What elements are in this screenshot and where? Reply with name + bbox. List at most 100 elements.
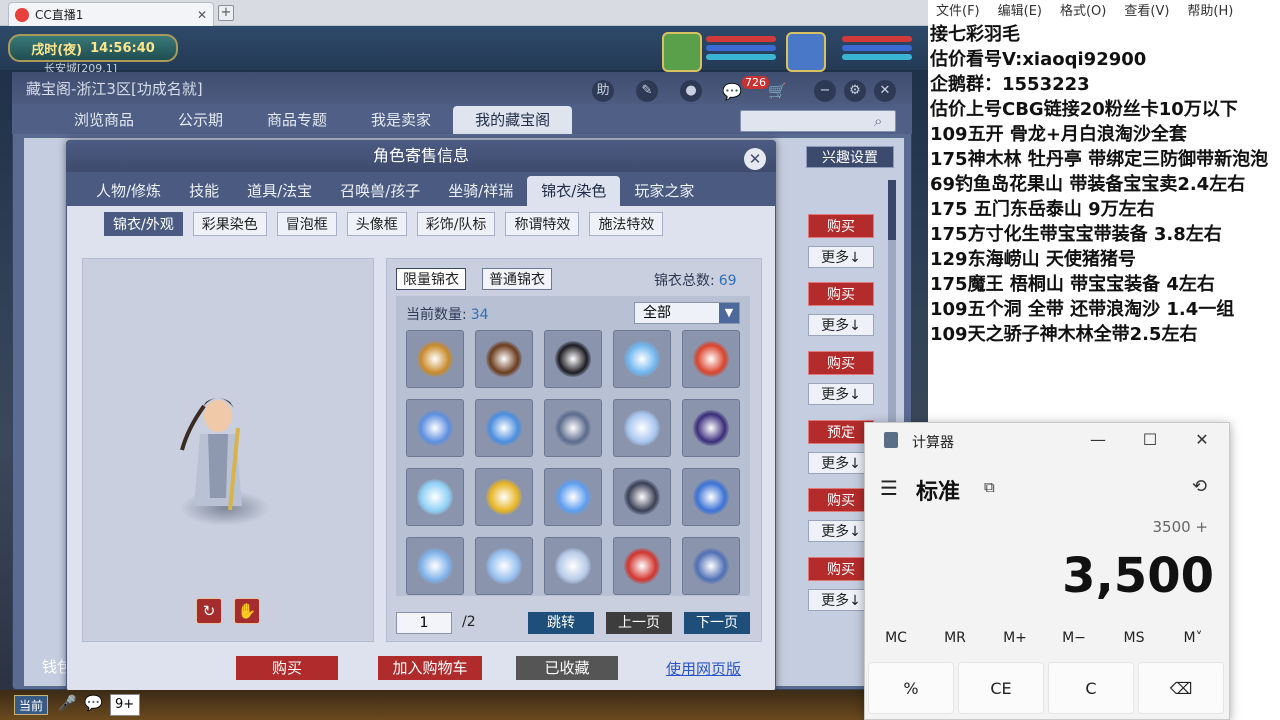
black-hair-item[interactable] [544,330,602,388]
dark-wing-item[interactable] [544,399,602,457]
store-scroll-thumb[interactable] [888,180,896,240]
limited-outfit-button[interactable]: 限量锦衣 [396,268,466,290]
jump-button[interactable]: 跳转 [528,612,594,634]
sparkle-item[interactable] [544,468,602,526]
subtab-title-effect[interactable]: 称谓特效 [505,212,580,236]
history-icon[interactable]: ⟲ [1192,476,1207,497]
red-robe-item[interactable] [613,537,671,595]
more-button[interactable]: 更多↓ [808,246,874,268]
memory-list-button[interactable]: M˅ [1173,630,1213,646]
close-icon[interactable]: ✕ [1192,430,1212,450]
memory-subtract-button[interactable]: M− [1054,630,1094,646]
chat-channel-button[interactable]: 当前 [14,695,48,715]
favorited-button[interactable]: 已收藏 [516,656,618,680]
ice-wing-item[interactable] [406,468,464,526]
normal-outfit-button[interactable]: 普通锦衣 [482,268,552,290]
blue-ribbon-item[interactable] [682,468,740,526]
buy-role-button[interactable]: 购买 [236,656,338,680]
cloud-item[interactable] [406,399,464,457]
buy-button[interactable]: 购买 [808,214,874,238]
memory-add-button[interactable]: M+ [995,630,1035,646]
use-web-version-link[interactable]: 使用网页版 [666,658,741,679]
tab-home[interactable]: 玩家之家 [620,176,708,206]
edit-icon[interactable]: ✎ [636,80,658,102]
chevron-down-icon[interactable]: ▼ [719,303,739,323]
menu-file[interactable]: 文件(F) [936,0,980,19]
ice-crystal-item[interactable] [613,399,671,457]
nav-tab-seller[interactable]: 我是卖家 [349,106,453,134]
microphone-icon[interactable]: 🎤 [58,694,77,712]
add-to-cart-button[interactable]: 加入购物车 [378,656,482,680]
browser-tab[interactable]: CC直播1 ✕ [8,2,214,26]
menu-edit[interactable]: 编辑(E) [998,0,1042,19]
tab-character[interactable]: 人物/修炼 [82,176,175,206]
interest-settings-button[interactable]: 兴趣设置 [806,146,894,168]
subtab-decor[interactable]: 彩饰/队标 [416,212,496,236]
keep-on-top-icon[interactable]: ⧉ [984,478,995,496]
maximize-icon[interactable]: ☐ [1140,430,1160,450]
memory-clear-button[interactable]: MC [876,630,916,646]
close-icon[interactable]: ✕ [874,80,896,102]
nav-tab-public[interactable]: 公示期 [156,106,245,134]
chat-bubble-icon[interactable]: 💬 [84,694,103,712]
subtab-appearance[interactable]: 锦衣/外观 [104,212,183,236]
buy-button[interactable]: 购买 [808,282,874,306]
more-button[interactable]: 更多↓ [808,383,874,405]
subtab-avatar-frame[interactable]: 头像框 [346,212,407,236]
search-icon[interactable]: ⌕ [874,112,892,130]
portrait-card-item[interactable] [682,399,740,457]
pet-avatar[interactable] [662,32,702,72]
tab-skills[interactable]: 技能 [175,176,233,206]
ring-item[interactable] [544,537,602,595]
close-tab-icon[interactable]: ✕ [197,8,207,22]
help-icon[interactable]: 助 [592,80,614,102]
blue-armor-item[interactable] [682,537,740,595]
rotate-icon[interactable]: ↻ [196,598,222,624]
tab-mounts[interactable]: 坐骑/祥瑞 [434,176,527,206]
page-number-input[interactable]: 1 [396,612,452,634]
pose-icon[interactable]: ✋ [234,598,260,624]
menu-icon[interactable]: ☰ [880,476,898,500]
outfit-filter-select[interactable]: 全部 ▼ [634,302,740,324]
chat-input[interactable]: 9+ [110,694,140,716]
prev-page-button[interactable]: 上一页 [606,612,672,634]
tab-items[interactable]: 道具/法宝 [233,176,326,206]
nav-tab-topics[interactable]: 商品专题 [245,106,349,134]
percent-button[interactable]: % [868,662,954,714]
more-button[interactable]: 更多↓ [808,314,874,336]
store-search-input[interactable] [740,110,896,132]
staff-item[interactable] [406,330,464,388]
hair-ornament-item[interactable] [475,330,533,388]
nebula-item[interactable] [475,537,533,595]
nav-tab-my-store[interactable]: 我的藏宝阁 [453,106,573,134]
golden-orb-item[interactable] [475,468,533,526]
cart-icon[interactable]: 🛒 [768,82,787,100]
tab-outfits[interactable]: 锦衣/染色 [527,176,621,206]
menu-view[interactable]: 查看(V) [1124,0,1169,19]
swirl-item[interactable] [475,399,533,457]
chat-icon[interactable]: 💬 [722,82,742,101]
next-page-button[interactable]: 下一页 [684,612,750,634]
memory-recall-button[interactable]: MR [935,630,975,646]
mist-item[interactable] [406,537,464,595]
tab-pets[interactable]: 召唤兽/孩子 [326,176,434,206]
subtab-bubble[interactable]: 冒泡框 [276,212,337,236]
settings-icon[interactable]: ⚙ [844,80,866,102]
memory-store-button[interactable]: MS [1114,630,1154,646]
subtab-dye[interactable]: 彩果染色 [192,212,267,236]
new-tab-button[interactable]: + [218,5,234,21]
menu-format[interactable]: 格式(O) [1060,0,1106,19]
minimize-icon[interactable]: − [814,80,836,102]
nav-tab-browse[interactable]: 浏览商品 [52,106,156,134]
menu-help[interactable]: 帮助(H) [1187,0,1233,19]
clear-entry-button[interactable]: CE [958,662,1044,714]
message-cart-icons[interactable]: 💬 726 🛒 [722,76,787,102]
subtab-cast-effect[interactable]: 施法特效 [589,212,664,236]
player-avatar[interactable] [786,32,826,72]
red-lantern-item[interactable] [682,330,740,388]
buy-button[interactable]: 购买 [808,351,874,375]
dialog-close-icon[interactable]: ✕ [744,148,766,170]
backspace-button[interactable]: ⌫ [1138,662,1224,714]
blue-aura-item[interactable] [613,330,671,388]
clear-button[interactable]: C [1048,662,1134,714]
